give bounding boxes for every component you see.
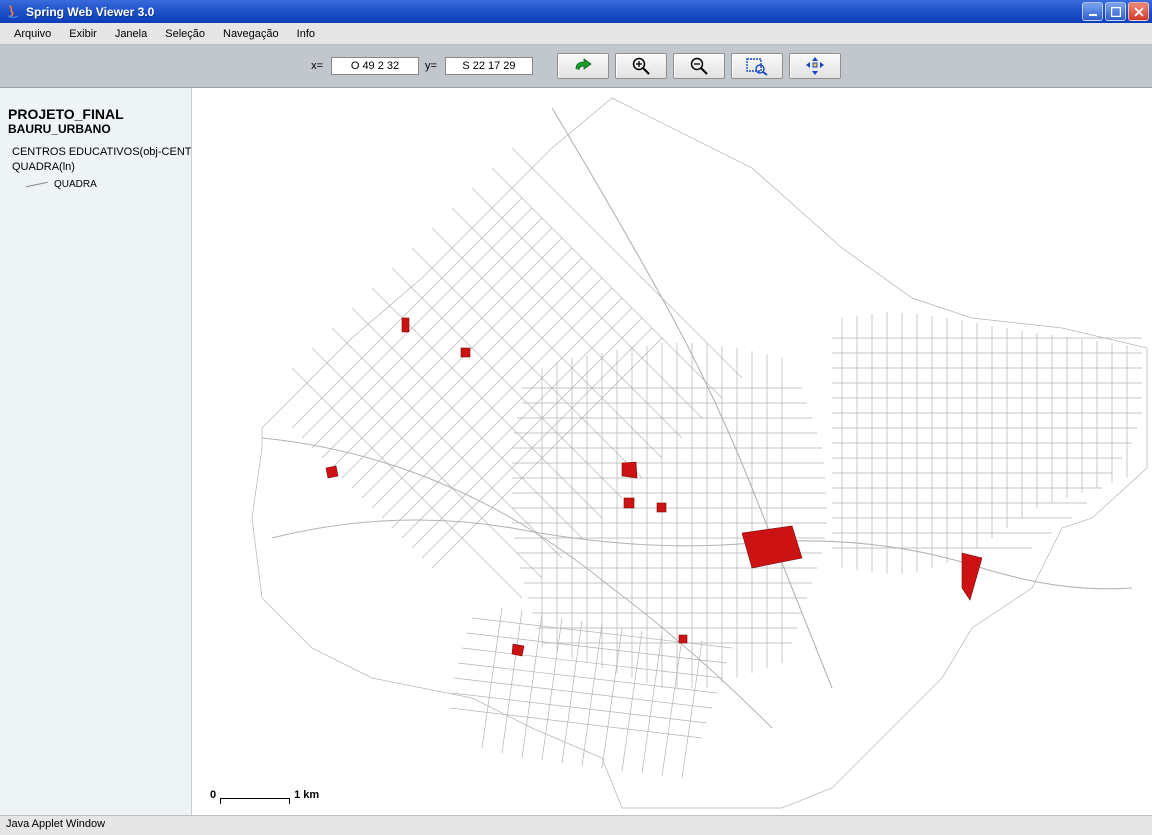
y-label: y= xyxy=(425,60,437,72)
menu-selecao[interactable]: Seleção xyxy=(157,26,213,42)
redo-arrow-icon xyxy=(572,57,594,75)
legend-line-icon xyxy=(26,182,48,188)
redo-button[interactable] xyxy=(557,53,609,79)
close-button[interactable] xyxy=(1128,2,1149,21)
scale-bar: 0 1 km xyxy=(210,789,319,801)
project-title: PROJETO_FINAL xyxy=(8,106,185,122)
toolbar: x= y= xyxy=(0,45,1152,88)
content: PROJETO_FINAL BAURU_URBANO CENTROS EDUCA… xyxy=(0,88,1152,815)
pan-button[interactable] xyxy=(789,53,841,79)
maximize-button[interactable] xyxy=(1105,2,1126,21)
x-label: x= xyxy=(311,60,323,72)
layer-centros[interactable]: CENTROS EDUCATIVOS(obj-CENT xyxy=(12,146,185,158)
close-icon xyxy=(1134,7,1144,17)
statusbar: Java Applet Window xyxy=(0,815,1152,835)
zoom-area-icon xyxy=(745,56,769,76)
minimize-button[interactable] xyxy=(1082,2,1103,21)
zoom-area-button[interactable] xyxy=(731,53,783,79)
menu-navegacao[interactable]: Navegação xyxy=(215,26,287,42)
window-controls xyxy=(1082,2,1149,21)
menu-janela[interactable]: Janela xyxy=(107,26,155,42)
pan-cross-icon xyxy=(804,56,826,76)
legend-quadra: QUADRA xyxy=(26,179,185,190)
zoom-in-button[interactable] xyxy=(615,53,667,79)
map-svg xyxy=(192,88,1152,815)
legend-label: QUADRA xyxy=(54,179,97,190)
scale-ticks-icon xyxy=(220,798,290,804)
status-text: Java Applet Window xyxy=(6,818,105,830)
subproject-title: BAURU_URBANO xyxy=(8,122,185,136)
java-icon xyxy=(5,4,21,20)
minimize-icon xyxy=(1088,7,1098,17)
zoom-out-button[interactable] xyxy=(673,53,725,79)
sidebar: PROJETO_FINAL BAURU_URBANO CENTROS EDUCA… xyxy=(0,88,192,815)
titlebar: Spring Web Viewer 3.0 xyxy=(0,0,1152,23)
zoom-in-icon xyxy=(630,56,652,76)
menubar: Arquivo Exibir Janela Seleção Navegação … xyxy=(0,23,1152,45)
y-input[interactable] xyxy=(445,57,533,75)
x-input[interactable] xyxy=(331,57,419,75)
layer-quadra[interactable]: QUADRA(ln) xyxy=(12,161,185,173)
menu-arquivo[interactable]: Arquivo xyxy=(6,26,59,42)
window-title: Spring Web Viewer 3.0 xyxy=(26,5,1082,19)
menu-info[interactable]: Info xyxy=(289,26,323,42)
scale-left: 0 xyxy=(210,789,216,801)
menu-exibir[interactable]: Exibir xyxy=(61,26,105,42)
map-canvas[interactable]: 0 1 km xyxy=(192,88,1152,815)
maximize-icon xyxy=(1111,7,1121,17)
highlighted-features xyxy=(326,318,982,656)
scale-right: 1 km xyxy=(294,789,319,801)
street-grid xyxy=(252,98,1147,808)
zoom-out-icon xyxy=(688,56,710,76)
